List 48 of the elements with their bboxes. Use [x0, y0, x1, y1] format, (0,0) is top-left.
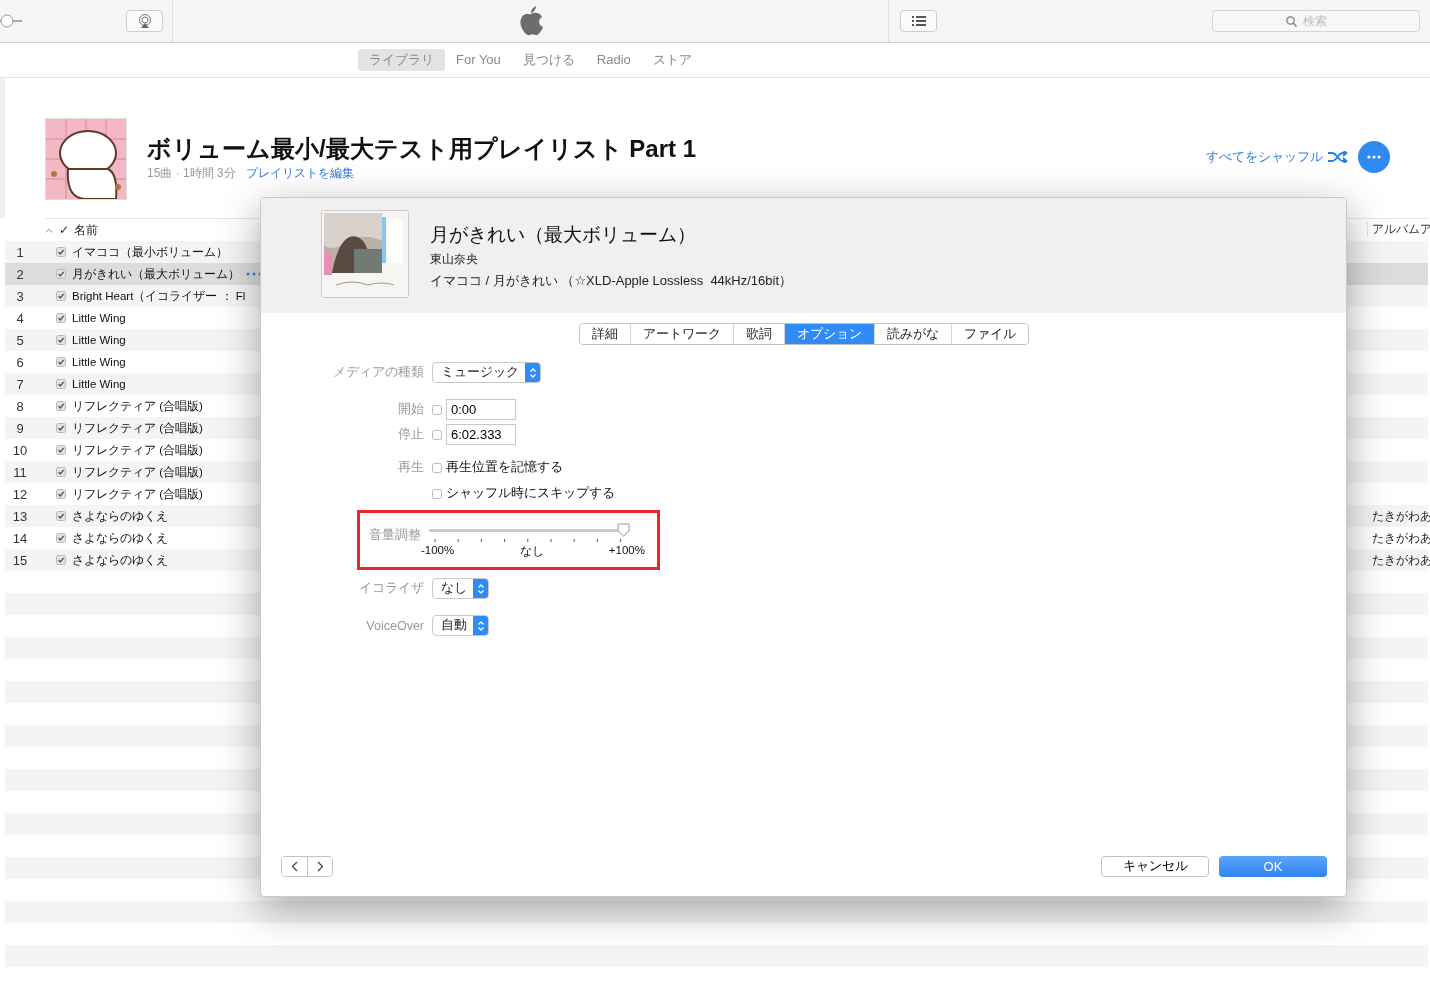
track-name: リフレクティア (合唱版)	[72, 442, 203, 458]
tick-label: なし	[519, 544, 544, 559]
track-name: イマココ（最小ボリューム）	[72, 244, 228, 260]
track-number: 15	[11, 552, 29, 568]
field-label: イコライザ	[358, 580, 424, 597]
track-number: 10	[11, 442, 29, 458]
track-name: リフレクティア (合唱版)	[72, 398, 203, 414]
field-label: 開始	[397, 401, 424, 418]
field-label: VoiceOver	[365, 618, 424, 633]
album-artist-cell: たきがわあ	[1372, 530, 1430, 546]
field-label: メディアの種類	[332, 364, 424, 381]
track-name: Little Wing	[72, 378, 126, 390]
album-artist-cell: たきがわあ	[1372, 508, 1430, 524]
track-name: リフレクティア (合唱版)	[72, 486, 203, 502]
track-number: 1	[15, 244, 25, 260]
track-number: 12	[11, 486, 29, 502]
album-name: イマココ / 月がきれい （☆XLD-Apple Lossless 44kHz/16bit）	[430, 272, 793, 290]
field-label: 音量調整	[368, 527, 421, 544]
track-name: リフレクティア (合唱版)	[72, 464, 203, 480]
album-artist-cell: たきがわあ	[1372, 552, 1430, 568]
track-name: Little Wing	[72, 334, 126, 346]
track-number: 13	[11, 508, 29, 524]
track-number: 2	[15, 266, 25, 282]
song-title: 月がきれい（最大ボリューム）	[430, 223, 697, 247]
track-name: さよならのゆくえ	[72, 508, 168, 524]
field-label: 停止	[397, 426, 424, 443]
track-name: Little Wing	[72, 312, 126, 324]
track-name: リフレクティア (合唱版)	[72, 420, 203, 436]
track-name: さよならのゆくえ	[72, 552, 168, 568]
track-number: 4	[15, 310, 25, 326]
tick-label: -100%	[421, 544, 455, 558]
artist-name: 東山奈央	[430, 251, 479, 268]
tick-label: +100%	[608, 544, 645, 558]
playlist-info: 15曲 · 1時間 3分	[147, 165, 236, 182]
playlist-title: ボリューム最小/最大テスト用プレイリスト Part 1	[147, 135, 697, 163]
track-number: 9	[15, 420, 25, 436]
track-number: 5	[15, 332, 25, 348]
track-number: 8	[15, 398, 25, 414]
track-number: 14	[11, 530, 29, 546]
track-number: 6	[15, 354, 25, 370]
track-name: Little Wing	[72, 356, 126, 368]
track-name: Bright Heart（イコライザー ： Fl	[72, 288, 246, 304]
track-number: 3	[15, 288, 25, 304]
track-number: 7	[15, 376, 25, 392]
track-number: 11	[12, 464, 28, 480]
field-label: 再生	[397, 459, 424, 476]
track-name: さよならのゆくえ	[72, 530, 168, 546]
track-name: 月がきれい（最大ボリューム）	[72, 266, 240, 282]
